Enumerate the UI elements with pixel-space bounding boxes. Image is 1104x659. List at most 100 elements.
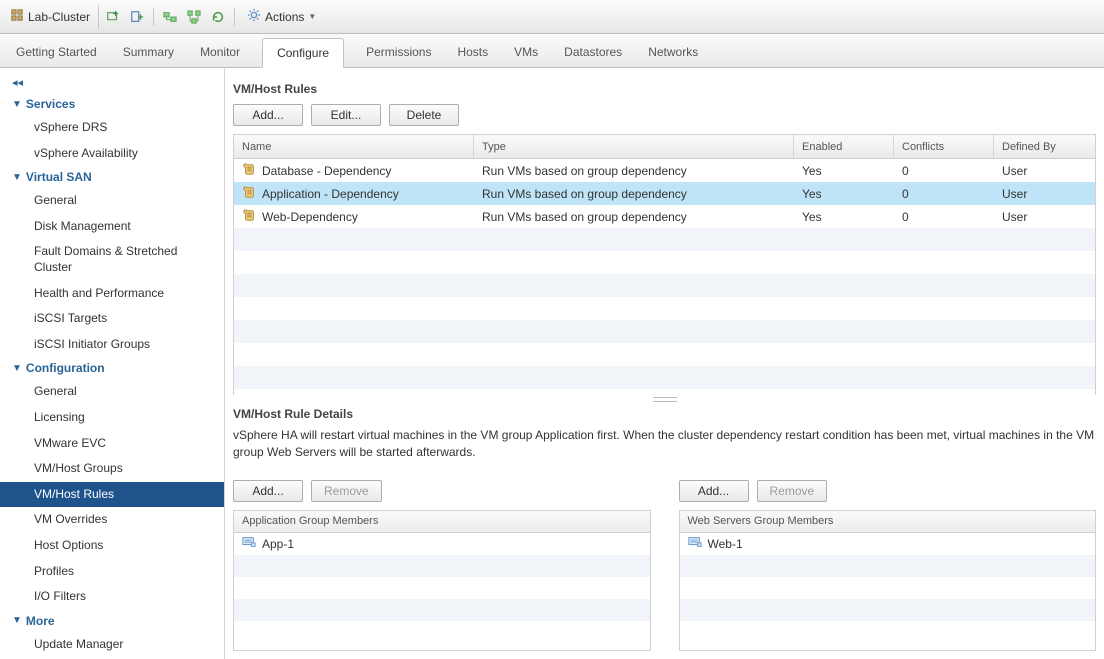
left-members-buttons: Add... Remove (233, 480, 651, 510)
rule-icon (242, 162, 256, 179)
rule-name: Database - Dependency (262, 164, 391, 178)
tab-getting-started[interactable]: Getting Started (12, 37, 101, 67)
tab-strip: Getting Started Summary Monitor Configure Pe… (0, 34, 1104, 68)
rule-details-description: vSphere HA will restart virtual machines… (233, 427, 1096, 480)
table-row (234, 228, 1095, 251)
rule-name-cell: Database - Dependency (234, 162, 474, 179)
sidebar-item-general[interactable]: General (0, 379, 224, 405)
sidebar-item-vmware-evc[interactable]: VMware EVC (0, 431, 224, 457)
list-item (680, 577, 1096, 599)
sidebar-section-configuration[interactable]: ▼ Configuration (0, 357, 224, 379)
rule-type: Run VMs based on group dependency (474, 164, 794, 178)
left-add-member-button[interactable]: Add... (233, 480, 303, 502)
rules-column-enabled[interactable]: Enabled (794, 135, 894, 158)
sidebar-section-more[interactable]: ▼More (0, 610, 224, 632)
sidebar-item-update-manager[interactable]: Update Manager (0, 632, 224, 658)
sidebar-item-vsphere-drs[interactable]: vSphere DRS (0, 115, 224, 141)
toolbar-cluster2-icon[interactable] (184, 7, 204, 27)
tab-configure[interactable]: Configure (262, 38, 344, 68)
table-row (234, 320, 1095, 343)
right-members-buttons: Add... Remove (679, 480, 1097, 510)
rule-name: Web-Dependency (262, 210, 358, 224)
rules-column-conflicts[interactable]: Conflicts (894, 135, 994, 158)
sidebar-item-fault-domains-stretched-cluster[interactable]: Fault Domains & Stretched Cluster (0, 239, 224, 280)
actions-menu-button[interactable]: Actions ▼ (241, 6, 322, 27)
toolbar-new-vm-icon[interactable] (103, 7, 123, 27)
table-row[interactable]: Database - Dependency Run VMs based on gr… (234, 159, 1095, 182)
cluster-chip[interactable]: Lab-Cluster (6, 5, 99, 29)
toolbar-separator-2 (234, 8, 235, 26)
toolbar-new-host-icon[interactable] (127, 7, 147, 27)
rule-name: Application - Dependency (262, 187, 399, 201)
members-row: Add... Remove Application Group Members … (233, 480, 1096, 651)
table-row (234, 297, 1095, 320)
left-members-panel: Add... Remove Application Group Members … (233, 480, 651, 651)
sidebar-section-virtual-san[interactable]: ▼Virtual SAN (0, 166, 224, 188)
rule-defined-by: User (994, 210, 1095, 224)
table-row[interactable]: Web-Dependency Run VMs based on group dep… (234, 205, 1095, 228)
left-remove-member-button[interactable]: Remove (311, 480, 382, 502)
list-item[interactable]: App-1 (234, 533, 650, 555)
sidebar-item-vm-host-groups[interactable]: VM/Host Groups (0, 456, 224, 482)
chevron-down-icon: ▼ (12, 363, 22, 374)
add-rule-button[interactable]: Add... (233, 104, 303, 126)
rules-column-defined-by[interactable]: Defined By (994, 135, 1095, 158)
gear-icon (247, 8, 261, 25)
sidebar-item-profiles[interactable]: Profiles (0, 559, 224, 585)
chevron-down-icon: ▼ (12, 99, 22, 110)
sidebar-item-i-o-filters[interactable]: I/O Filters (0, 584, 224, 610)
rule-type: Run VMs based on group dependency (474, 210, 794, 224)
tab-permissions[interactable]: Permissions (362, 37, 435, 67)
sidebar-item-licensing[interactable]: Licensing (0, 405, 224, 431)
sidebar-item-disk-management[interactable]: Disk Management (0, 214, 224, 240)
tab-vms[interactable]: VMs (510, 37, 542, 67)
rules-table-header: NameTypeEnabledConflictsDefined By (234, 135, 1095, 159)
vm-icon (688, 535, 702, 552)
edit-rule-button[interactable]: Edit... (311, 104, 381, 126)
sidebar-item-iscsi-targets[interactable]: iSCSI Targets (0, 306, 224, 332)
sidebar-item-vm-host-rules[interactable]: VM/Host Rules (0, 482, 224, 508)
table-row (234, 343, 1095, 366)
table-row[interactable]: Application - DependencyRun VMs based on… (234, 182, 1095, 205)
splitter-handle[interactable] (233, 395, 1096, 403)
cluster-name: Lab-Cluster (28, 10, 90, 24)
tab-datastores[interactable]: Datastores (560, 37, 626, 67)
tab-hosts[interactable]: Hosts (453, 37, 492, 67)
toolbar-refresh-icon[interactable] (208, 7, 228, 27)
right-add-member-button[interactable]: Add... (679, 480, 749, 502)
rules-button-row: Add... Edit... Delete (233, 104, 1096, 134)
member-name: App-1 (262, 537, 294, 551)
right-members-panel: Add... Remove Web Servers Group Members … (679, 480, 1097, 651)
sidebar-item-iscsi-initiator-groups[interactable]: iSCSI Initiator Groups (0, 332, 224, 358)
tab-monitor[interactable]: Monitor (196, 37, 244, 67)
table-row (234, 366, 1095, 389)
rules-column-type[interactable]: Type (474, 135, 794, 158)
sidebar-item-general[interactable]: General (0, 188, 224, 214)
toolbar-cluster1-icon[interactable] (160, 7, 180, 27)
sidebar-section-label: Virtual SAN (26, 170, 92, 184)
sidebar-section-services[interactable]: ▼Services (0, 93, 224, 115)
table-row (234, 251, 1095, 274)
sidebar-item-vm-overrides[interactable]: VM Overrides (0, 507, 224, 533)
tab-networks[interactable]: Networks (644, 37, 702, 67)
configure-sidebar: ◂◂ ▼ServicesvSphere DRSvSphere Availabil… (0, 68, 225, 659)
rules-column-name[interactable]: Name (234, 135, 474, 158)
rule-enabled: Yes (794, 164, 894, 178)
list-item[interactable]: Web-1 (680, 533, 1096, 555)
sidebar-item-vsphere-availability[interactable]: vSphere Availability (0, 141, 224, 167)
collapse-sidebar-icon[interactable]: ◂◂ (0, 76, 224, 93)
table-row (234, 274, 1095, 297)
sidebar-section-label: Configuration (26, 361, 105, 375)
sidebar-item-host-options[interactable]: Host Options (0, 533, 224, 559)
right-remove-member-button[interactable]: Remove (757, 480, 828, 502)
tab-summary[interactable]: Summary (119, 37, 178, 67)
sidebar-item-health-and-performance[interactable]: Health and Performance (0, 281, 224, 307)
rules-table-body: Database - Dependency Run VMs based on gr… (234, 159, 1095, 395)
rule-defined-by: User (994, 164, 1095, 178)
list-item (680, 599, 1096, 621)
delete-rule-button[interactable]: Delete (389, 104, 459, 126)
rule-defined-by: User (994, 187, 1095, 201)
member-name: Web-1 (708, 537, 743, 551)
rule-enabled: Yes (794, 187, 894, 201)
list-item (680, 555, 1096, 577)
